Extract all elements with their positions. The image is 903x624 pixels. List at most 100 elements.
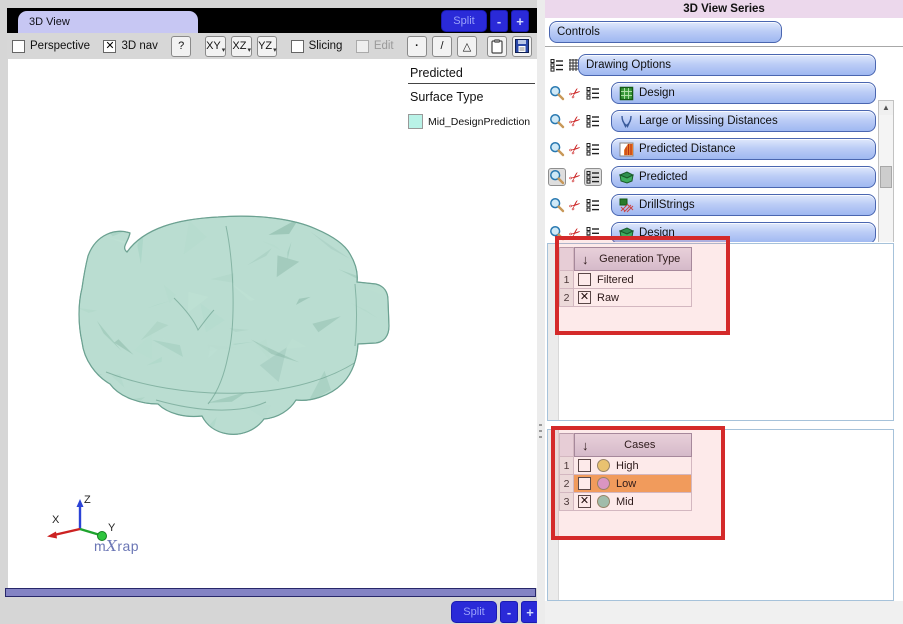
zoom-icon-button[interactable] — [548, 168, 566, 186]
draw-line-button[interactable]: / — [432, 36, 452, 57]
cases-header[interactable]: ↓ Cases — [574, 433, 692, 457]
series-row-drillstrings: ✂ DrillStrings — [545, 191, 903, 219]
series-row-design-2: ✂ Design — [545, 219, 903, 242]
draw-point-button[interactable]: · — [407, 36, 427, 57]
collapsed-panel-bar[interactable] — [5, 588, 536, 597]
dropdown-caret-icon: ▾ — [273, 46, 277, 54]
magnifier-icon — [549, 197, 565, 213]
minimize-button-bottom[interactable]: - — [500, 601, 518, 623]
cases-panel: ↓ Cases 1 High 2 — [547, 429, 894, 601]
row-label: Filtered — [597, 274, 634, 286]
scroll-up-icon[interactable]: ▲ — [879, 101, 893, 115]
zoom-icon-button[interactable] — [548, 112, 566, 130]
tab-3d-view[interactable]: 3D View — [18, 11, 198, 33]
clip-icon-button[interactable]: ✂ — [566, 196, 584, 214]
low-row[interactable]: Low — [574, 475, 692, 493]
row-label: Raw — [597, 292, 619, 304]
clip-icon-button[interactable]: ✂ — [566, 112, 584, 130]
raw-row[interactable]: Raw — [574, 289, 692, 307]
high-row[interactable]: High — [574, 457, 692, 475]
options-icon-button[interactable] — [584, 140, 602, 158]
save-button[interactable] — [512, 36, 532, 57]
options-icon-button[interactable] — [584, 224, 602, 242]
low-color-dot — [597, 477, 610, 490]
large-missing-distances-button[interactable]: Large or Missing Distances — [611, 110, 876, 132]
mxrap-logo: mXrap — [94, 537, 139, 555]
row-label: High — [616, 460, 639, 472]
clip-icon-button[interactable]: ✂ — [566, 84, 584, 102]
predicted-distance-button[interactable]: Predicted Distance — [611, 138, 876, 160]
viewport-legend: Predicted Surface Type Mid_DesignPredict… — [408, 64, 535, 129]
window-splitter[interactable] — [537, 0, 545, 624]
legend-subtitle: Surface Type — [408, 84, 535, 106]
low-checkbox[interactable] — [578, 477, 591, 490]
predicted-distance-icon — [619, 142, 634, 157]
row-number: 1 — [559, 271, 574, 289]
3d-view-window: 3D View Split - + Perspective 3D nav ? X… — [0, 0, 537, 624]
checklist-icon — [586, 170, 600, 184]
options-icon-button[interactable] — [584, 196, 602, 214]
checklist-icon — [550, 58, 564, 72]
scrollbar-thumb[interactable] — [880, 166, 892, 188]
generation-type-panel: ↓ Generation Type 1 Filtered 2 Raw — [547, 243, 894, 421]
sort-arrow-icon: ↓ — [582, 252, 589, 267]
drillstrings-icon — [619, 198, 634, 213]
minimize-button[interactable]: - — [490, 10, 508, 32]
table-row: 1 Filtered — [559, 271, 692, 289]
high-checkbox[interactable] — [578, 459, 591, 472]
column-header-label: Cases — [597, 439, 692, 451]
zoom-icon-button[interactable] — [548, 140, 566, 158]
mid-row[interactable]: Mid — [574, 493, 692, 511]
checklist-icon-button[interactable] — [548, 56, 566, 74]
clip-icon-button[interactable]: ✂ — [566, 224, 584, 242]
filtered-row[interactable]: Filtered — [574, 271, 692, 289]
series-label: Predicted — [639, 171, 688, 183]
filtered-checkbox[interactable] — [578, 273, 591, 286]
options-icon-button[interactable] — [584, 112, 602, 130]
design-series-button[interactable]: Design — [611, 82, 876, 104]
clip-icon-button[interactable]: ✂ — [566, 168, 584, 186]
row-number: 2 — [559, 475, 574, 493]
zoom-icon-button[interactable] — [548, 84, 566, 102]
window-controls-bottom: Split - + — [451, 601, 539, 623]
maximize-button[interactable]: + — [511, 10, 529, 32]
view-xz-button[interactable]: XZ▾ — [231, 36, 252, 57]
3d-nav-checkbox[interactable] — [103, 40, 116, 53]
mid-checkbox[interactable] — [578, 495, 591, 508]
options-icon-button[interactable] — [584, 84, 602, 102]
copy-to-clipboard-button[interactable] — [487, 36, 507, 57]
magnifier-icon — [549, 141, 565, 157]
zoom-icon-button[interactable] — [548, 224, 566, 242]
magnifier-icon — [549, 169, 565, 185]
generation-type-header[interactable]: ↓ Generation Type — [574, 247, 692, 271]
legend-item-label: Mid_DesignPrediction — [428, 116, 530, 128]
design-2-button[interactable]: Design — [611, 222, 876, 242]
drillstrings-button[interactable]: DrillStrings — [611, 194, 876, 216]
draw-triangle-button[interactable]: △ — [457, 36, 477, 57]
zoom-icon-button[interactable] — [548, 196, 566, 214]
split-button[interactable]: Split — [441, 10, 487, 32]
help-button[interactable]: ? — [171, 36, 191, 57]
controls-button[interactable]: Controls — [549, 21, 782, 43]
design-surface-icon — [619, 226, 634, 241]
predicted-series-button[interactable]: Predicted — [611, 166, 876, 188]
clip-icon-button[interactable]: ✂ — [566, 140, 584, 158]
view-yz-button[interactable]: YZ▾ — [257, 36, 278, 57]
slicing-checkbox[interactable] — [291, 40, 304, 53]
predicted-surface-mesh — [58, 204, 398, 442]
series-label: Design — [639, 87, 675, 99]
row-number: 2 — [559, 289, 574, 307]
clipboard-icon — [491, 39, 503, 54]
series-scrollbar[interactable]: ▲ ▼ — [878, 100, 894, 242]
options-icon-button[interactable] — [584, 168, 602, 186]
view-xy-button[interactable]: XY▾ — [205, 36, 226, 57]
3d-nav-label: 3D nav — [121, 40, 157, 52]
series-row-design: ✂ Design — [545, 79, 903, 107]
split-button-bottom[interactable]: Split — [451, 601, 497, 623]
checklist-icon — [586, 198, 600, 212]
raw-checkbox[interactable] — [578, 291, 591, 304]
3d-viewport[interactable]: Predicted Surface Type Mid_DesignPredict… — [8, 59, 537, 588]
perspective-checkbox[interactable] — [12, 40, 25, 53]
legend-title: Predicted — [408, 64, 535, 84]
drawing-options-button[interactable]: Drawing Options — [578, 54, 876, 76]
